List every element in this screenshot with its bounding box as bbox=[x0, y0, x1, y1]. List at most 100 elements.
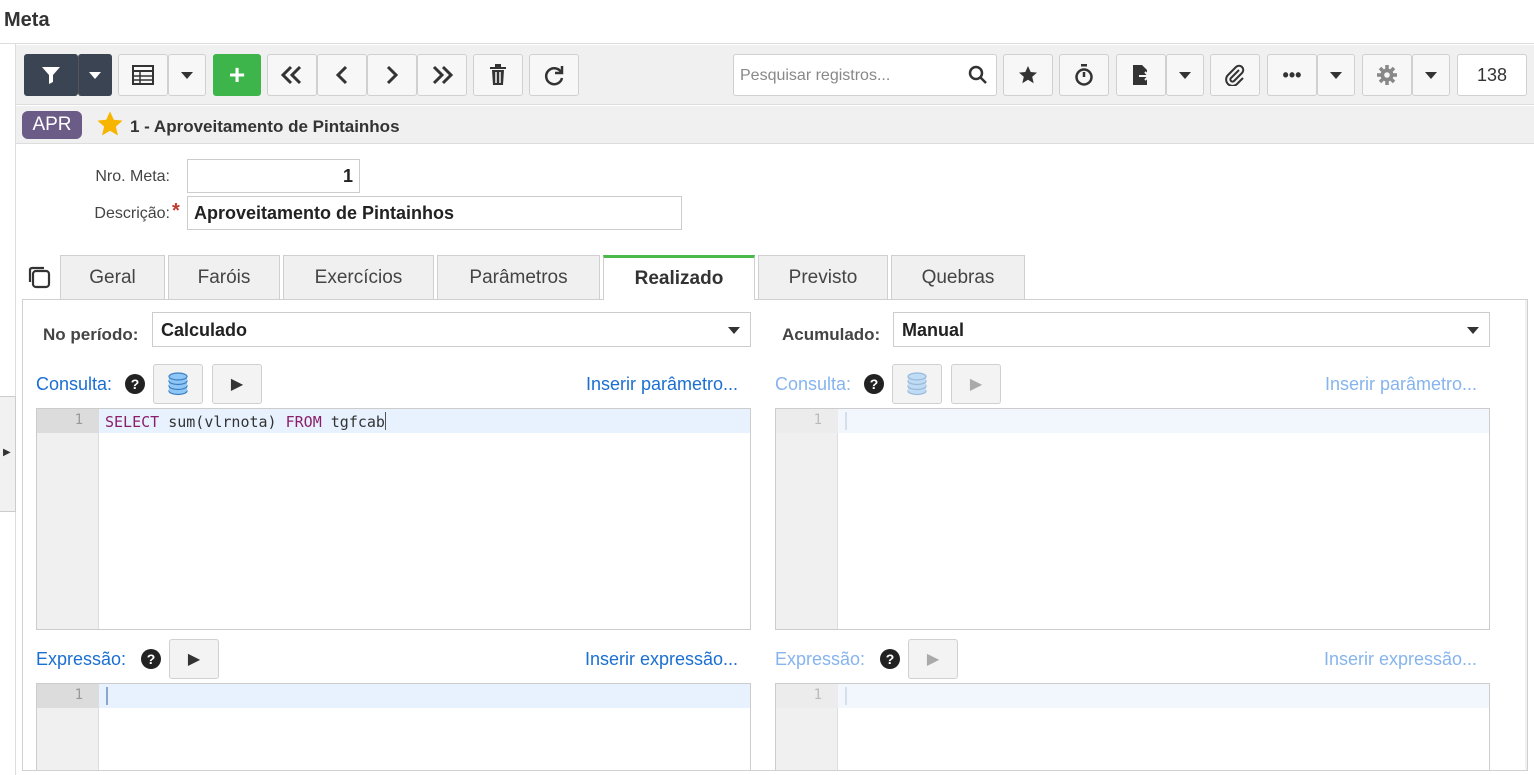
favorite-button[interactable] bbox=[1003, 54, 1053, 96]
first-icon bbox=[280, 65, 302, 85]
expressao-label-disabled: Expressão: bbox=[775, 649, 866, 669]
help-icon[interactable]: ? bbox=[125, 374, 145, 394]
consulta-label[interactable]: Consulta: bbox=[36, 374, 112, 395]
descricao-field[interactable]: Aproveitamento de Pintainhos bbox=[187, 196, 682, 230]
more-icon: ••• bbox=[1282, 64, 1302, 85]
play-icon: ▶ bbox=[187, 651, 201, 668]
line-number: 1 bbox=[74, 412, 83, 428]
inserir-expressao-link[interactable]: Inserir expressão... bbox=[585, 649, 738, 670]
editor-gutter bbox=[37, 409, 99, 629]
record-title: 1 - Aproveitamento de Pintainhos bbox=[130, 117, 400, 136]
search-box bbox=[733, 54, 997, 96]
consulta-editor-right: 1 bbox=[775, 408, 1490, 630]
chevron-down-icon bbox=[181, 71, 193, 79]
more-button[interactable]: ••• bbox=[1267, 54, 1317, 96]
settings-button[interactable] bbox=[1362, 54, 1412, 96]
record-count: 138 bbox=[1457, 54, 1527, 96]
text-cursor bbox=[384, 412, 386, 430]
chevron-down-icon bbox=[89, 71, 101, 79]
page-title: Meta bbox=[4, 9, 50, 31]
svg-text:?: ? bbox=[147, 651, 156, 667]
tab-parametros[interactable]: Parâmetros bbox=[437, 255, 600, 299]
search-icon[interactable] bbox=[968, 65, 988, 85]
grid-icon bbox=[132, 65, 154, 85]
inserir-expressao-link-disabled: Inserir expressão... bbox=[1324, 649, 1478, 669]
add-icon: + bbox=[228, 59, 246, 90]
more-dropdown-button[interactable] bbox=[1317, 54, 1355, 96]
required-marker: * bbox=[172, 200, 180, 222]
expressao-label[interactable]: Expressão: bbox=[36, 649, 126, 670]
refresh-button[interactable] bbox=[529, 54, 579, 96]
paperclip-icon bbox=[1225, 64, 1245, 86]
next-record-button[interactable] bbox=[367, 54, 417, 96]
tab-exercicios[interactable]: Exercícios bbox=[283, 255, 434, 299]
prev-record-button[interactable] bbox=[317, 54, 367, 96]
chevron-down-icon bbox=[1425, 71, 1437, 79]
attachment-button[interactable] bbox=[1210, 54, 1260, 96]
inserir-parametro-link[interactable]: Inserir parâmetro... bbox=[586, 374, 738, 395]
delete-button[interactable] bbox=[473, 54, 523, 96]
acumulado-label: Acumulado: bbox=[782, 325, 881, 344]
consulta-editor[interactable]: 1 SELECT sum(vlrnota) FROM tgfcab bbox=[36, 408, 751, 630]
run-query-button[interactable]: ▶ bbox=[212, 364, 262, 404]
filter-button[interactable] bbox=[24, 54, 78, 96]
play-icon: ▶ bbox=[969, 376, 983, 393]
grid-dropdown-button[interactable] bbox=[168, 54, 206, 96]
settings-dropdown-button[interactable] bbox=[1412, 54, 1450, 96]
sql-keyword: FROM bbox=[285, 413, 322, 431]
active-line bbox=[838, 684, 1489, 708]
star-icon bbox=[1019, 66, 1037, 84]
refresh-icon bbox=[544, 66, 564, 86]
consulta-label-disabled: Consulta: bbox=[775, 374, 852, 394]
tab-quebras[interactable]: Quebras bbox=[891, 255, 1025, 299]
svg-text:?: ? bbox=[886, 651, 895, 667]
svg-text:?: ? bbox=[131, 376, 140, 392]
database-icon bbox=[168, 372, 188, 396]
title-bar: Meta bbox=[0, 0, 1534, 44]
last-record-button[interactable] bbox=[417, 54, 467, 96]
star-icon[interactable] bbox=[96, 110, 124, 138]
text-cursor bbox=[106, 687, 108, 705]
expressao-editor[interactable]: 1 bbox=[36, 683, 751, 770]
export-button[interactable] bbox=[1116, 54, 1166, 96]
chevron-down-icon bbox=[1467, 327, 1479, 334]
database-icon bbox=[907, 372, 927, 396]
last-icon bbox=[432, 65, 454, 85]
add-button[interactable]: + bbox=[213, 54, 261, 96]
no-periodo-select[interactable]: Calculado bbox=[152, 312, 751, 347]
filter-dropdown-button[interactable] bbox=[78, 54, 112, 96]
tab-farois[interactable]: Faróis bbox=[168, 255, 280, 299]
sql-keyword: SELECT bbox=[105, 413, 160, 431]
export-dropdown-button[interactable] bbox=[1166, 54, 1204, 96]
expand-arrow-icon: ▶ bbox=[3, 447, 11, 458]
line-number: 1 bbox=[74, 687, 83, 703]
nro-meta-field[interactable]: 1 bbox=[187, 159, 360, 193]
acumulado-value: Manual bbox=[902, 320, 965, 340]
acumulado-select[interactable]: Manual bbox=[893, 312, 1490, 347]
line-number: 1 bbox=[813, 687, 822, 703]
tab-realizado[interactable]: Realizado bbox=[603, 255, 755, 300]
active-line bbox=[838, 409, 1489, 433]
gear-icon bbox=[1377, 65, 1397, 85]
first-record-button[interactable] bbox=[267, 54, 317, 96]
tab-previsto[interactable]: Previsto bbox=[758, 255, 888, 299]
run-expression-button[interactable]: ▶ bbox=[169, 639, 219, 679]
help-icon[interactable]: ? bbox=[141, 649, 161, 669]
vertical-scrollbar[interactable] bbox=[1525, 300, 1527, 770]
database-button[interactable] bbox=[153, 364, 203, 404]
copy-icon[interactable] bbox=[26, 264, 52, 290]
descricao-label: Descrição: bbox=[94, 205, 170, 222]
chevron-down-icon bbox=[1330, 71, 1342, 79]
grid-view-button[interactable] bbox=[118, 54, 168, 96]
help-icon[interactable]: ? bbox=[880, 649, 900, 669]
svg-text:?: ? bbox=[870, 376, 879, 392]
sidebar-toggle[interactable]: ▶ bbox=[0, 396, 16, 512]
next-icon bbox=[386, 65, 399, 85]
help-icon[interactable]: ? bbox=[864, 374, 884, 394]
timer-button[interactable] bbox=[1059, 54, 1109, 96]
no-periodo-label: No período: bbox=[43, 325, 139, 344]
search-input[interactable] bbox=[740, 65, 960, 87]
tab-geral[interactable]: Geral bbox=[60, 255, 165, 299]
nro-meta-label: Nro. Meta: bbox=[95, 168, 170, 185]
sql-text: sum(vlrnota) bbox=[159, 413, 286, 431]
